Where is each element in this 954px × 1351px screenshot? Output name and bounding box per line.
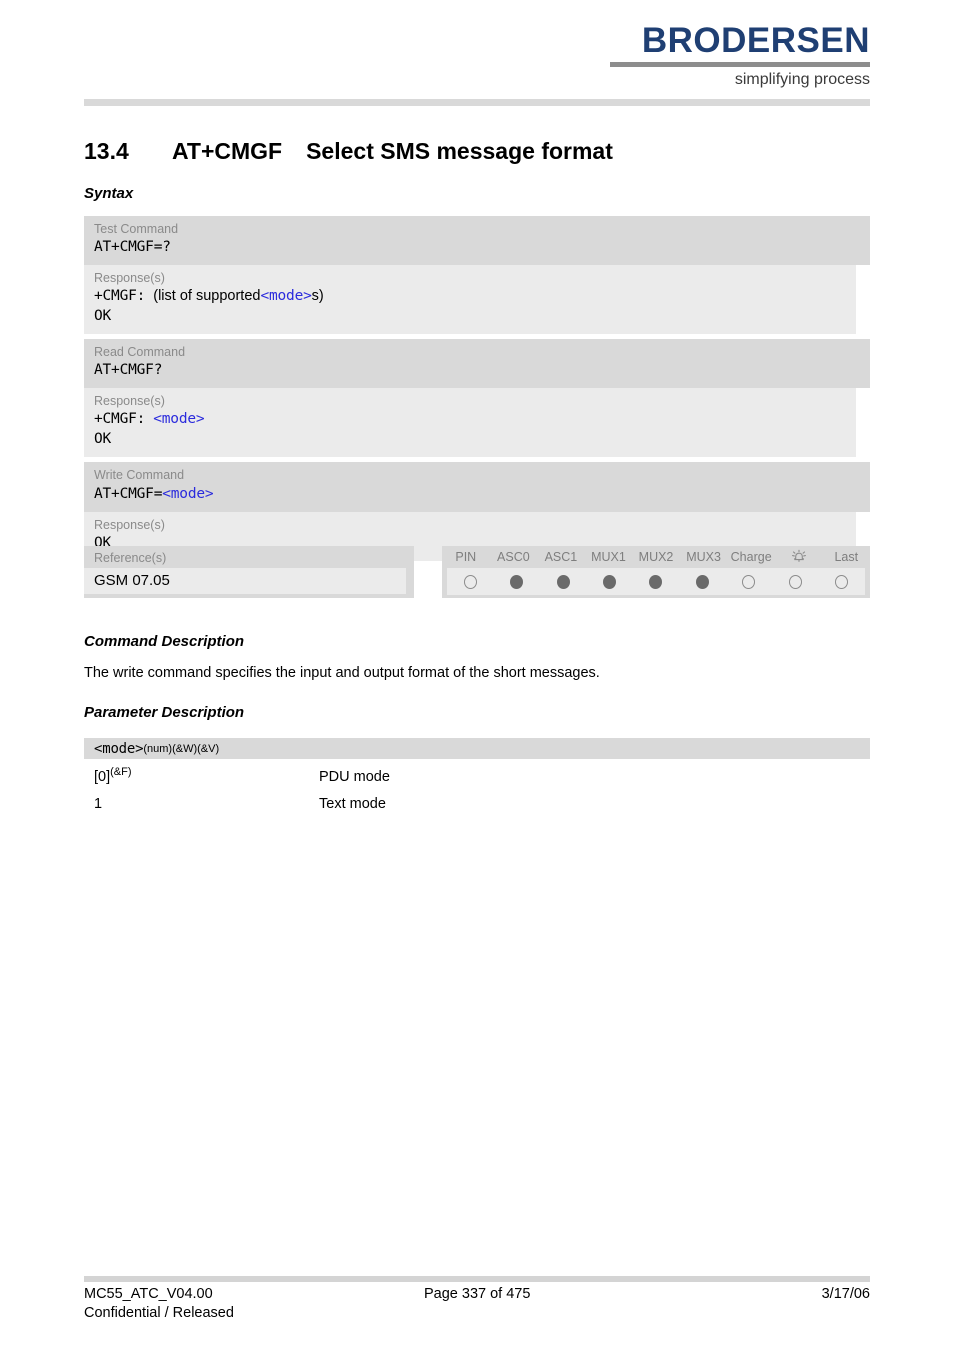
command-description-heading: Command Description xyxy=(84,633,245,650)
brodersen-logo: BRODERSEN simplifying process xyxy=(610,22,870,89)
capability-dot-row xyxy=(447,568,865,595)
section-description: Select SMS message format xyxy=(306,138,613,164)
capability-cell-charge xyxy=(726,574,772,589)
capability-dot-last xyxy=(835,574,849,589)
write-command-label: Write Command xyxy=(94,468,185,482)
capability-cell-alarm xyxy=(772,574,818,589)
parameter-row-value: PDU mode xyxy=(319,769,390,785)
syntax-block-read: Read Command AT+CMGF? Response(s) +CMGF:… xyxy=(84,339,870,457)
logo-rule xyxy=(610,62,870,67)
reference-value-wrap: GSM 07.05 xyxy=(84,568,406,594)
capability-dot-asc0 xyxy=(510,574,524,589)
capability-cell-mux2 xyxy=(633,574,679,589)
write-command-prefix: AT+CMGF= xyxy=(94,486,163,502)
syntax-heading: Syntax xyxy=(84,185,134,202)
alarm-bell-icon xyxy=(791,549,806,562)
footer-page-number: Page 337 of 475 xyxy=(424,1286,531,1302)
capability-label-alarm xyxy=(775,549,823,565)
test-command-band: Test Command AT+CMGF=? xyxy=(84,216,870,265)
header-divider xyxy=(84,99,870,106)
capability-label-mux2: MUX2 xyxy=(638,550,674,564)
capability-cell-last xyxy=(819,574,865,589)
test-command-text: AT+CMGF=? xyxy=(94,239,171,255)
footer-divider xyxy=(84,1276,870,1282)
parameter-key-text: 1 xyxy=(94,796,103,812)
reference-value: GSM 07.05 xyxy=(94,572,170,589)
page-header: BRODERSEN simplifying process xyxy=(84,22,870,92)
test-response-ok: OK xyxy=(94,308,112,324)
write-command-text: AT+CMGF=<mode> xyxy=(84,483,870,505)
read-response-label: Response(s) xyxy=(94,394,165,408)
test-response-mid: (list of supported xyxy=(153,288,261,304)
page-footer: MC55_ATC_V04.00 Page 337 of 475 3/17/06 … xyxy=(84,1285,870,1325)
write-response-label: Response(s) xyxy=(94,518,165,532)
mode-parameter-link[interactable]: <mode> xyxy=(260,288,311,304)
logo-tagline: simplifying process xyxy=(734,71,870,88)
capability-label-asc0: ASC0 xyxy=(497,550,530,564)
capability-dot-alarm xyxy=(788,574,802,589)
parameter-table: <mode> (num)(&W)(&V) [0](&F) PDU mode 1 T… xyxy=(84,738,870,813)
capability-dot-mux2 xyxy=(649,574,663,589)
read-response-ok: OK xyxy=(94,431,112,447)
test-response-line: +CMGF: (list of supported<mode>s) xyxy=(84,286,856,306)
reference-capability-row: Reference(s) GSM 07.05 PIN ASC0 ASC1 MUX… xyxy=(84,546,870,598)
capability-label-mux1: MUX1 xyxy=(591,550,626,564)
logo-wordmark: BRODERSEN xyxy=(641,21,870,60)
section-number: 13.4 xyxy=(84,138,129,164)
capability-dot-pin xyxy=(463,574,477,589)
capability-dot-mux3 xyxy=(695,574,709,589)
parameter-description-heading: Parameter Description xyxy=(84,704,245,721)
read-response-line: +CMGF: <mode> xyxy=(84,409,856,429)
capability-box: PIN ASC0 ASC1 MUX1 MUX2 MUX3 Charge Last xyxy=(442,546,870,598)
capability-label-pin: PIN xyxy=(455,550,477,564)
read-command-label: Read Command xyxy=(94,345,186,359)
write-command-band: Write Command AT+CMGF=<mode> xyxy=(84,462,870,512)
capability-cell-mux1 xyxy=(586,574,632,589)
capability-label-asc1: ASC1 xyxy=(544,550,578,564)
capability-label-last: Last xyxy=(834,550,859,564)
parameter-row: [0](&F) PDU mode xyxy=(84,759,870,786)
capability-label-mux3: MUX3 xyxy=(686,550,721,564)
parameter-row-value: Text mode xyxy=(319,796,386,812)
test-command-label: Test Command xyxy=(94,222,179,236)
mode-parameter-link[interactable]: <mode> xyxy=(153,411,204,427)
capability-cell-asc0 xyxy=(493,574,539,589)
mode-parameter-link[interactable]: <mode> xyxy=(162,486,213,502)
footer-date: 3/17/06 xyxy=(821,1286,870,1302)
parameter-header: <mode> (num)(&W)(&V) xyxy=(84,738,870,759)
command-description-text: The write command specifies the input an… xyxy=(84,665,600,681)
capability-cell-mux3 xyxy=(679,574,725,589)
footer-classification: Confidential / Released xyxy=(84,1305,234,1321)
test-response-band: Response(s) +CMGF: (list of supported<mo… xyxy=(84,265,856,334)
read-command-text: AT+CMGF? xyxy=(94,362,163,378)
capability-dot-charge xyxy=(742,574,756,589)
parameter-row-key: [0](&F) xyxy=(84,766,319,786)
test-response-suffix: s) xyxy=(311,288,324,304)
parameter-key-text: [0] xyxy=(94,769,111,785)
capability-header-row: PIN ASC0 ASC1 MUX1 MUX2 MUX3 Charge Last xyxy=(442,546,870,568)
capability-cell-asc1 xyxy=(540,574,586,589)
reference-label: Reference(s) xyxy=(94,551,167,565)
capability-dot-asc1 xyxy=(556,574,570,589)
capability-cell-pin xyxy=(447,574,493,589)
footer-document: MC55_ATC_V04.00 xyxy=(84,1286,213,1302)
parameter-row-key: 1 xyxy=(84,795,319,813)
syntax-table: Test Command AT+CMGF=? Response(s) +CMGF… xyxy=(84,216,870,561)
capability-label-charge: Charge xyxy=(730,550,772,564)
test-response-label: Response(s) xyxy=(94,271,165,285)
read-response-band: Response(s) +CMGF: <mode> OK xyxy=(84,388,856,457)
parameter-row: 1 Text mode xyxy=(84,786,870,813)
section-command: AT+CMGF xyxy=(172,138,283,164)
read-command-band: Read Command AT+CMGF? xyxy=(84,339,870,388)
page-title: 13.4 AT+CMGF Select SMS message format xyxy=(84,138,870,164)
reference-box: Reference(s) GSM 07.05 xyxy=(84,546,414,598)
read-response-prefix: +CMGF: xyxy=(94,411,146,427)
capability-dot-mux1 xyxy=(603,574,617,589)
syntax-block-test: Test Command AT+CMGF=? Response(s) +CMGF… xyxy=(84,216,870,334)
test-response-prefix: +CMGF: xyxy=(94,288,146,304)
parameter-key-superscript: (&F) xyxy=(110,766,132,779)
document-page: BRODERSEN simplifying process 13.4 AT+CMG… xyxy=(0,0,954,1351)
parameter-name: <mode> xyxy=(94,740,144,757)
